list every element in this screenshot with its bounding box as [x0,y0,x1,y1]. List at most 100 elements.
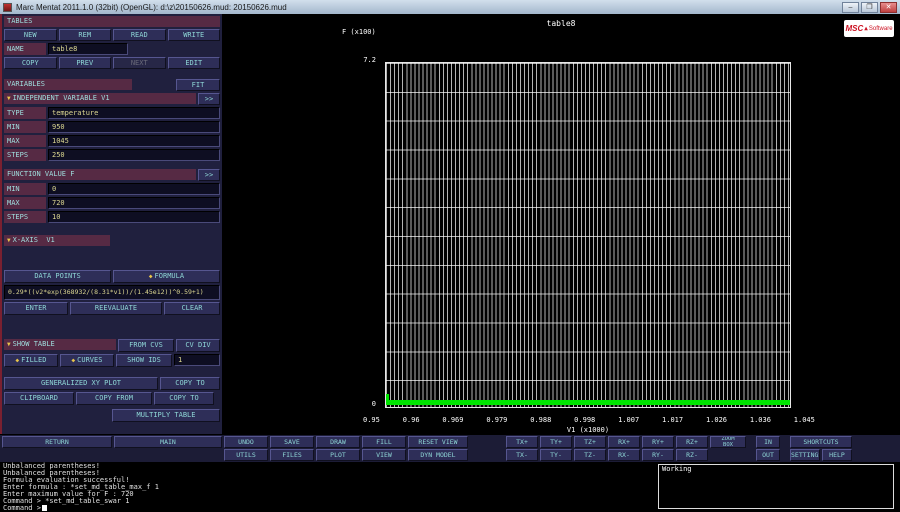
rx-minus-button[interactable]: RX- [608,449,640,461]
plot-button[interactable]: PLOT [316,449,360,461]
curves-toggle[interactable]: ◆ CURVES [60,354,114,367]
utils-button[interactable]: UTILS [224,449,268,461]
filled-toggle[interactable]: ◆ FILLED [4,354,58,367]
window-title: Marc Mentat 2011.1.0 (32bit) (OpenGL): d… [16,2,287,12]
f-min-field[interactable]: 0 [48,183,220,195]
x-tick: 1.026 [705,416,728,424]
f-max-field[interactable]: 720 [48,197,220,209]
from-cvs-button[interactable]: FROM CVS [118,339,174,352]
diamond-icon: ◆ [148,273,153,280]
reevaluate-button[interactable]: REEVALUATE [70,302,162,315]
copy-from-button[interactable]: COPY FROM [76,392,152,405]
app-window: Marc Mentat 2011.1.0 (32bit) (OpenGL): d… [0,0,900,512]
settings-button[interactable]: SETTINGS [790,449,820,461]
fit-button[interactable]: FIT [176,79,220,91]
clipboard-button[interactable]: CLIPBOARD [4,392,74,405]
x-tick: 1.036 [749,416,771,424]
copy-to-clipboard-button[interactable]: COPY TO [154,392,214,405]
undo-button[interactable]: UNDO [224,436,268,448]
tz-plus-button[interactable]: TZ+ [574,436,606,448]
generalized-xy-plot-button[interactable]: GENERALIZED XY PLOT [4,377,158,390]
working-status-label: Working [662,465,692,473]
copy-to-plot-button[interactable]: COPY TO [160,377,220,390]
show-ids-field[interactable]: 1 [174,354,220,366]
command-console[interactable]: Unbalanced parentheses! Unbalanced paren… [0,462,900,512]
zoom-box-line2: BOX [723,442,733,448]
v1-steps-label: STEPS [4,149,46,161]
return-button[interactable]: RETURN [2,436,112,448]
independent-variable-header[interactable]: ▼ INDEPENDENT VARIABLE V1 [4,93,196,104]
write-table-button[interactable]: WRITE [167,29,220,41]
maximize-button[interactable]: ❐ [861,1,878,13]
multiply-table-button[interactable]: MULTIPLY TABLE [112,409,220,422]
type-field[interactable]: temperature [48,107,220,119]
enter-button[interactable]: ENTER [4,302,68,315]
minimize-button[interactable]: – [842,1,859,13]
x-axis-label: V1 (x1000) [566,426,610,434]
show-table-label: SHOW TABLE [12,340,55,348]
rz-minus-button[interactable]: RZ- [676,449,708,461]
ty-plus-button[interactable]: TY+ [540,436,572,448]
files-button[interactable]: FILES [270,449,314,461]
cv-div-button[interactable]: CV DIV [176,339,220,352]
save-button[interactable]: SAVE [270,436,314,448]
tz-minus-button[interactable]: TZ- [574,449,606,461]
x-tick: 0.988 [530,416,552,424]
function-value-expand-button[interactable]: >> [198,169,220,181]
rz-plus-button[interactable]: RZ+ [676,436,708,448]
msc-software-logo: MSC ▲ Software [844,20,894,37]
fill-button[interactable]: FILL [362,436,406,448]
help-button[interactable]: HELP [822,449,852,461]
filled-label: FILLED [21,356,47,364]
ry-minus-button[interactable]: RY- [642,449,674,461]
prev-table-button[interactable]: PREV [58,57,111,69]
formula-input[interactable]: 0.29*((v2*exp(368932/(8.31*v1))/(1.45e12… [4,285,220,300]
draw-button[interactable]: DRAW [316,436,360,448]
x-axis-selector[interactable]: ▼ X-AXIS V1 [4,235,110,246]
ty-minus-button[interactable]: TY- [540,449,572,461]
dyn-model-button[interactable]: DYN MODEL [408,449,468,461]
read-table-button[interactable]: READ [113,29,166,41]
v1-steps-field[interactable]: 250 [48,149,220,161]
formula-toggle-label: FORMULA [154,272,185,280]
rx-plus-button[interactable]: RX+ [608,436,640,448]
console-prompt-text: Command > [3,504,41,512]
type-label: TYPE [4,107,46,119]
tx-minus-button[interactable]: TX- [506,449,538,461]
f-steps-field[interactable]: 10 [48,211,220,223]
show-ids-button[interactable]: SHOW IDS [116,354,172,367]
function-value-header: FUNCTION VALUE F [4,169,196,180]
close-button[interactable]: ✕ [880,1,897,13]
bottom-toolbar: RETURN MAIN UNDO SAVE DRAW FILL RESET VI… [0,434,900,462]
independent-variable-expand-button[interactable]: >> [198,93,220,105]
new-table-button[interactable]: NEW [4,29,57,41]
zoom-out-button[interactable]: OUT [756,449,780,461]
copy-table-button[interactable]: COPY [4,57,57,69]
graphics-area[interactable]: table8 MSC ▲ Software F (x100) 7.2 0 0.9… [222,14,900,434]
edit-table-button[interactable]: EDIT [167,57,220,69]
logo-subtext: Software [868,25,893,32]
rem-table-button[interactable]: REM [58,29,111,41]
zoom-box-button[interactable]: ZOOM BOX [710,436,746,448]
f-steps-label: STEPS [4,211,46,223]
view-button[interactable]: VIEW [362,449,406,461]
show-table-selector[interactable]: ▼ SHOW TABLE [4,339,116,350]
reset-view-button[interactable]: RESET VIEW [408,436,468,448]
table-curve [386,400,790,405]
v1-min-field[interactable]: 950 [48,121,220,133]
x-tick: 0.96 [402,416,420,424]
y-min-tick: 0 [371,400,376,408]
v1-max-field[interactable]: 1045 [48,135,220,147]
main-button[interactable]: MAIN [114,436,222,448]
shortcuts-button[interactable]: SHORTCUTS [790,436,852,448]
tx-plus-button[interactable]: TX+ [506,436,538,448]
data-points-button[interactable]: DATA POINTS [4,270,111,283]
collapse-triangle-icon: ▼ [7,341,11,348]
zoom-in-button[interactable]: IN [756,436,780,448]
clear-button[interactable]: CLEAR [164,302,220,315]
f-min-label: MIN [4,183,46,195]
logo-text: MSC [845,24,864,33]
formula-toggle-button[interactable]: ◆ FORMULA [113,270,220,283]
ry-plus-button[interactable]: RY+ [642,436,674,448]
table-name-field[interactable]: table8 [48,43,128,55]
